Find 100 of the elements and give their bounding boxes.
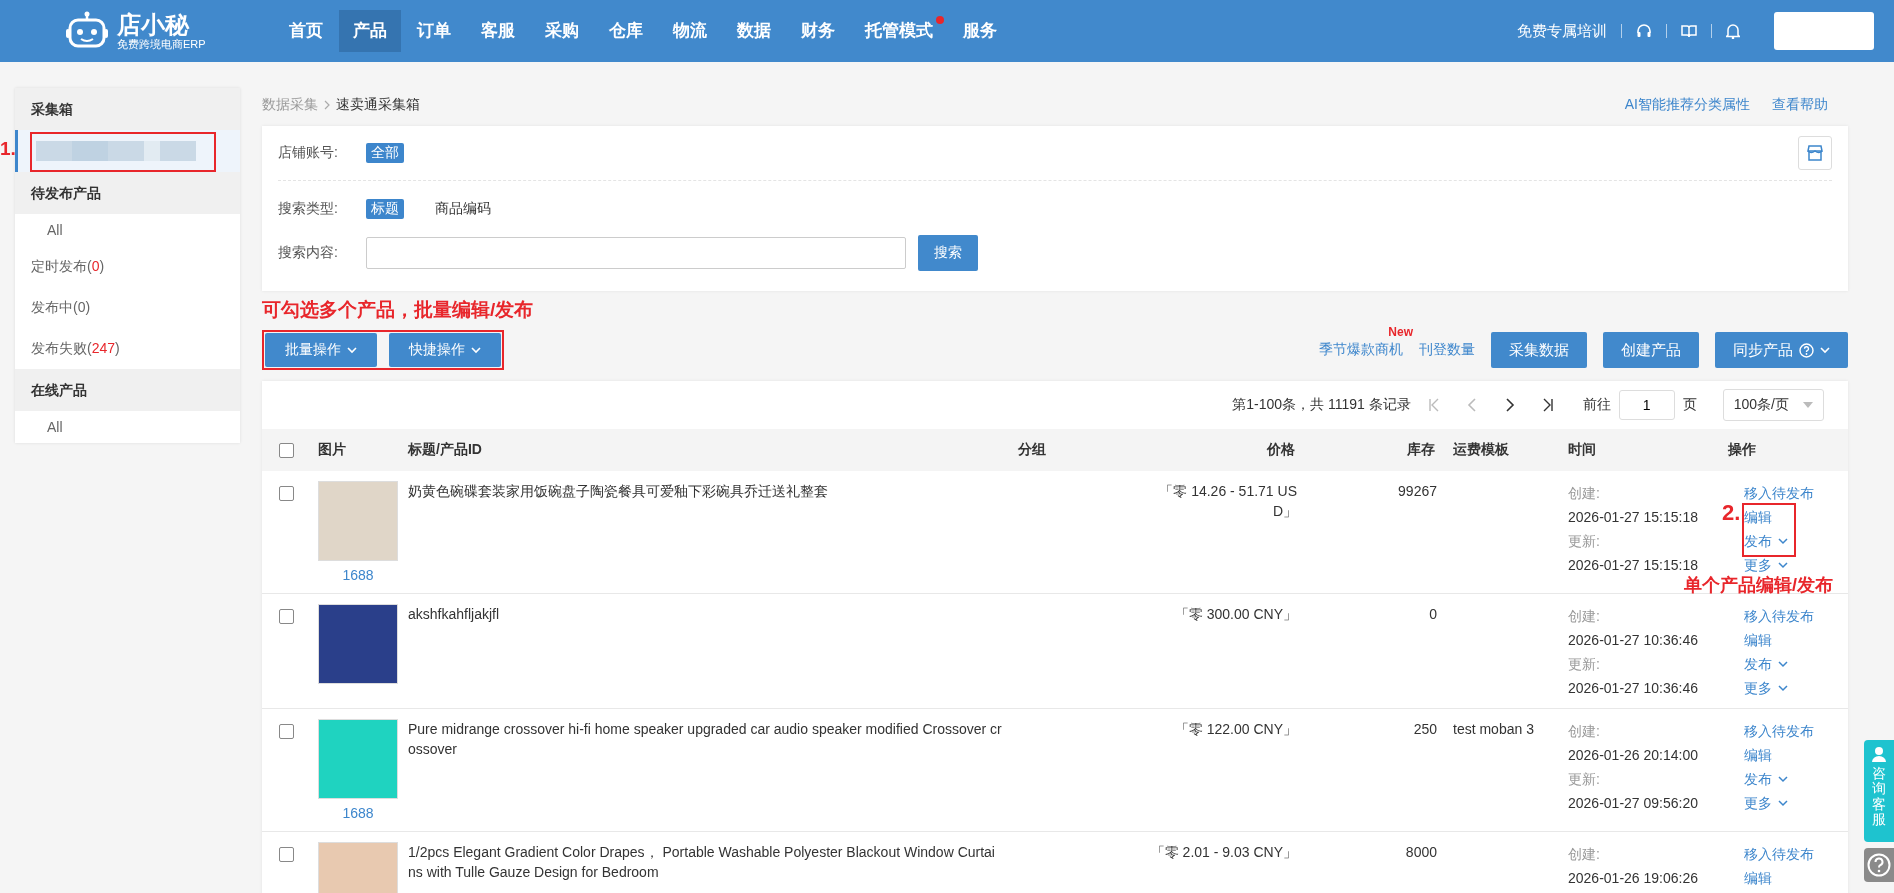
time-label: 更新:	[1568, 655, 1601, 674]
annotation-text: 单个产品编辑/发布	[1684, 575, 1833, 595]
customer-service-button[interactable]: 咨询客服	[1864, 740, 1894, 842]
action-link[interactable]: 发布	[1744, 529, 1788, 553]
headset-icon[interactable]	[1636, 23, 1652, 39]
source-link[interactable]: 1688	[318, 803, 398, 823]
caret-icon	[1778, 537, 1788, 545]
sidebar-item[interactable]: 定时发布(0)	[15, 246, 240, 287]
time-label: 更新:	[1568, 770, 1601, 789]
sidebar-item[interactable]: All	[15, 411, 240, 443]
nav-tab[interactable]: 物流	[659, 10, 721, 52]
caret-icon	[347, 346, 357, 354]
caret-icon	[1778, 684, 1788, 692]
help-button[interactable]	[1864, 848, 1894, 882]
row-checkbox[interactable]	[278, 723, 294, 739]
toolbar-link[interactable]: 季节爆款商机	[1319, 341, 1403, 357]
caret-icon	[471, 346, 481, 354]
nav-tab[interactable]: 订单	[403, 10, 465, 52]
row-checkbox[interactable]	[278, 608, 294, 624]
training-link[interactable]: 免费专属培训	[1517, 21, 1607, 41]
new-label: New	[1388, 325, 1413, 339]
column-header: 操作	[1728, 441, 1756, 457]
sidebar-item[interactable]	[15, 130, 240, 172]
search-field[interactable]	[366, 237, 906, 269]
action-link[interactable]: 移入待发布	[1744, 842, 1814, 866]
timestamp: 2026-01-27 15:15:18	[1568, 508, 1699, 527]
page-number-field[interactable]: 1	[1618, 390, 1675, 420]
nav-tab[interactable]: 首页	[275, 10, 337, 52]
sidebar-item[interactable]: 发布失败(247)	[15, 328, 240, 369]
source-link[interactable]: 1688	[318, 565, 398, 585]
action-link[interactable]: 更多	[1744, 676, 1788, 700]
row-checkbox[interactable]	[278, 485, 294, 501]
nav-tab[interactable]: 客服	[467, 10, 529, 52]
timestamp: 2026-01-27 15:15:18	[1568, 556, 1699, 575]
breadcrumb-item[interactable]: 速卖通采集箱	[336, 96, 420, 114]
annotation-number: 2.	[1722, 503, 1741, 523]
nav-tab[interactable]: 仓库	[595, 10, 657, 52]
help-icon	[1867, 853, 1891, 877]
row-checkbox[interactable]	[278, 846, 294, 862]
help-link[interactable]: AI智能推荐分类属性	[1624, 96, 1750, 114]
nav-tab[interactable]: 产品	[339, 10, 401, 52]
nav-tab[interactable]: 财务	[787, 10, 849, 52]
dropdown-button[interactable]: 快捷操作	[389, 333, 501, 367]
dropdown-button[interactable]: 同步产品	[1715, 332, 1848, 368]
nav-tab[interactable]: 采购	[531, 10, 593, 52]
sidebar-item[interactable]: 发布中(0)	[15, 287, 240, 328]
caret-icon	[1778, 799, 1788, 807]
chevron-left-icon	[1465, 398, 1478, 412]
nav-tab[interactable]: 服务	[949, 10, 1011, 52]
book-icon[interactable]	[1681, 24, 1697, 38]
toolbar-button[interactable]: 采集数据	[1491, 332, 1587, 368]
action-link[interactable]: 编辑	[1744, 505, 1772, 529]
column-header: 标题/产品ID	[408, 441, 482, 457]
toolbar-button[interactable]: 创建产品	[1603, 332, 1699, 368]
stock-count: 8000	[1405, 844, 1437, 860]
action-link[interactable]: 编辑	[1744, 866, 1772, 890]
toolbar-link[interactable]: 刊登数量	[1419, 341, 1475, 357]
action-link[interactable]: 移入待发布	[1744, 604, 1814, 628]
bell-icon[interactable]	[1726, 23, 1740, 39]
action-link[interactable]: 编辑	[1744, 628, 1772, 652]
stock-count: 250	[1413, 721, 1437, 737]
stock-count: 99267	[1398, 483, 1437, 499]
product-title: akshfkahfljakjfl	[408, 606, 500, 622]
timestamp: 2026-01-27 09:56:20	[1568, 794, 1699, 813]
sidebar-section-title: 待发布产品	[15, 172, 240, 214]
select-all-checkbox[interactable]	[278, 443, 294, 459]
filter-option[interactable]: 标题	[366, 199, 404, 219]
filter-option[interactable]: 全部	[366, 143, 404, 163]
action-link[interactable]: 发布	[1744, 652, 1788, 676]
timestamp: 2026-01-27 10:36:46	[1568, 679, 1699, 698]
page-size-select[interactable]: 100条/页	[1722, 389, 1824, 421]
sidebar-item[interactable]: All	[15, 214, 240, 246]
product-title: 奶黄色碗碟套装家用饭碗盘子陶瓷餐具可爱釉下彩碗具乔迁送礼整套	[408, 483, 828, 499]
nav-tab[interactable]: 托管模式	[851, 10, 947, 52]
record-summary: 第1-100条，共 11191 条记录	[1232, 396, 1411, 414]
action-link[interactable]: 移入待发布	[1744, 481, 1814, 505]
filter-option[interactable]: 商品编码	[430, 199, 496, 219]
action-link[interactable]: 编辑	[1744, 743, 1772, 767]
nav-tab[interactable]: 数据	[723, 10, 785, 52]
dropdown-button[interactable]: 批量操作	[265, 333, 377, 367]
action-link[interactable]: 发布	[1744, 767, 1788, 791]
help-link[interactable]: 查看帮助	[1772, 96, 1828, 114]
column-header: 库存	[1407, 441, 1435, 457]
person-icon	[1871, 746, 1887, 762]
action-link[interactable]: 移入待发布	[1744, 719, 1814, 743]
column-header: 运费模板	[1453, 441, 1509, 457]
price-text: 「零 2.01 - 9.03 CNY」	[1150, 844, 1297, 860]
caret-icon	[1778, 660, 1788, 668]
column-header: 时间	[1568, 441, 1596, 457]
time-label: 创建:	[1568, 845, 1601, 864]
store-icon	[1806, 144, 1824, 162]
store-button[interactable]	[1798, 136, 1832, 170]
column-header: 图片	[318, 441, 346, 457]
caret-icon	[1820, 346, 1830, 354]
breadcrumb-item[interactable]: 数据采集	[262, 96, 318, 114]
search-button[interactable]: 搜索	[918, 235, 978, 271]
time-label: 创建:	[1568, 607, 1601, 626]
goto-label: 前往	[1582, 396, 1611, 414]
action-link[interactable]: 更多	[1744, 791, 1788, 815]
column-header: 价格	[1267, 441, 1295, 457]
